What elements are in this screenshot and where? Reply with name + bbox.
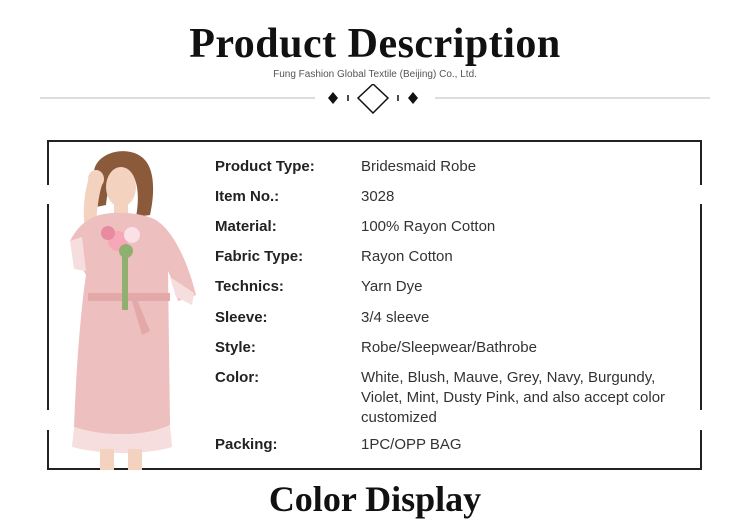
spec-label: Color: xyxy=(215,369,260,386)
bouquet-stems xyxy=(122,255,128,310)
spec-label: Style: xyxy=(215,339,256,356)
spec-label: Technics: xyxy=(215,278,284,295)
bouquet-flower xyxy=(101,226,115,240)
frame-left-top xyxy=(47,140,49,185)
divider-ornament xyxy=(40,84,710,114)
next-section-title: Color Display xyxy=(268,479,482,519)
spec-label: Sleeve: xyxy=(215,309,268,326)
spec-value: 100% Rayon Cotton xyxy=(361,218,496,235)
spec-label: Item No.: xyxy=(215,188,280,205)
spec-value: White, Blush, Mauve, Grey, Navy, Burgund… xyxy=(361,369,666,426)
spec-value: Bridesmaid Robe xyxy=(361,158,477,175)
spec-value: Yarn Dye xyxy=(361,278,423,295)
company-name: Fung Fashion Global Textile (Beijing) Co… xyxy=(273,69,477,80)
spec-label: Product Type: xyxy=(215,158,315,175)
frame-right-top xyxy=(700,140,702,185)
diamond-outline-icon xyxy=(356,84,390,114)
diamond-icon-right xyxy=(408,92,418,104)
spec-value: Robe/Sleepwear/Bathrobe xyxy=(361,339,537,356)
frame-right-mid xyxy=(700,204,702,410)
spec-value: 1PC/OPP BAG xyxy=(361,436,462,453)
robe-belt xyxy=(88,293,170,301)
bouquet-flower xyxy=(124,227,140,243)
model-leg xyxy=(100,449,114,470)
robe-body xyxy=(70,212,196,435)
spec-label: Packing: xyxy=(215,436,278,453)
model-leg xyxy=(128,449,142,470)
diamond-icon-left xyxy=(328,92,338,104)
model-hand-head xyxy=(88,170,104,188)
page-title: Product Description xyxy=(189,21,561,67)
frame-left-bottom xyxy=(47,430,49,470)
frame-right-bottom xyxy=(700,430,702,470)
model-face xyxy=(106,167,136,207)
spec-value: 3028 xyxy=(361,188,395,205)
spec-value: Rayon Cotton xyxy=(361,248,453,265)
spec-label: Material: xyxy=(215,218,277,235)
product-photo xyxy=(70,151,196,470)
spec-label: Fabric Type: xyxy=(215,248,304,265)
spec-value: 3/4 sleeve xyxy=(361,309,430,326)
frame-left-mid xyxy=(47,204,49,410)
frame-top xyxy=(47,140,702,142)
